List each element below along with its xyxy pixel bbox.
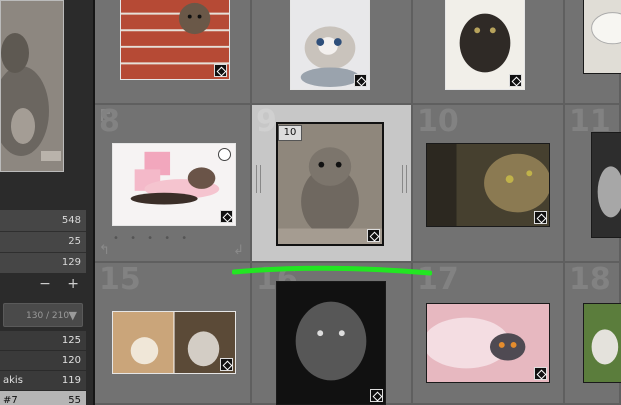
develop-badge-icon[interactable] bbox=[509, 74, 522, 87]
photo-thumbnail[interactable] bbox=[583, 0, 621, 74]
cell-index: 8 bbox=[99, 104, 120, 139]
develop-badge-icon[interactable] bbox=[534, 367, 547, 380]
photo-thumbnail[interactable] bbox=[445, 0, 525, 90]
resize-handle-left[interactable] bbox=[256, 165, 261, 193]
photo-grid: 8 • • • • • ↰ ↲ 9 10 10 11 15 16 17 18 bbox=[95, 0, 621, 405]
photo-thumbnail[interactable] bbox=[583, 303, 621, 383]
grid-cell[interactable] bbox=[95, 0, 252, 105]
folder-item-selected[interactable]: #7 55 bbox=[0, 391, 86, 405]
photo-thumbnail[interactable] bbox=[591, 132, 621, 238]
photo-thumbnail[interactable] bbox=[120, 0, 230, 80]
folder-count: 120 bbox=[61, 355, 81, 366]
stat-row[interactable]: 25 bbox=[0, 231, 86, 252]
develop-badge-icon[interactable] bbox=[534, 211, 547, 224]
left-panel: 548 25 129 − + 130 / 210 GB ▼ 125 120 ak… bbox=[0, 0, 95, 405]
folder-count: 119 bbox=[61, 375, 81, 386]
annotation-stroke bbox=[232, 265, 432, 276]
cell-index: 10 bbox=[417, 104, 459, 139]
photo-thumbnail[interactable] bbox=[290, 0, 370, 90]
rotate-right-icon[interactable]: ↲ bbox=[233, 243, 244, 258]
selection-circle-icon[interactable] bbox=[218, 148, 231, 161]
grid-cell[interactable]: 15 bbox=[95, 263, 252, 405]
folder-item[interactable]: akis 119 bbox=[0, 371, 86, 390]
folder-item[interactable]: 120 bbox=[0, 351, 86, 370]
triangle-down-icon[interactable]: ▼ bbox=[69, 304, 77, 328]
develop-badge-icon[interactable] bbox=[367, 229, 380, 242]
photo-thumbnail[interactable] bbox=[426, 143, 550, 227]
grid-cell[interactable]: 11 bbox=[565, 105, 621, 263]
photo-thumbnail[interactable] bbox=[112, 143, 236, 226]
folder-count: 125 bbox=[61, 335, 81, 346]
develop-badge-icon[interactable] bbox=[214, 64, 227, 77]
folder-item[interactable]: 125 bbox=[0, 331, 86, 350]
resize-handle-right[interactable] bbox=[402, 165, 407, 193]
grid-cell[interactable]: 10 bbox=[413, 105, 565, 263]
photo-thumbnail[interactable] bbox=[276, 281, 386, 405]
folder-name: akis bbox=[3, 375, 23, 386]
stat-row[interactable]: 548 bbox=[0, 210, 86, 231]
cell-index: 9 bbox=[256, 104, 277, 139]
panel-add-remove-controls[interactable]: − + bbox=[39, 276, 85, 292]
develop-badge-icon[interactable] bbox=[220, 210, 233, 223]
develop-badge-icon[interactable] bbox=[220, 358, 233, 371]
stat-row[interactable]: 129 bbox=[0, 252, 86, 273]
rotate-left-icon[interactable]: ↰ bbox=[99, 243, 110, 258]
photo-thumbnail[interactable] bbox=[426, 303, 550, 383]
photo-thumbnail[interactable] bbox=[112, 311, 236, 374]
folder-name: #7 bbox=[3, 395, 18, 405]
grid-cell[interactable] bbox=[565, 0, 621, 105]
grid-cell[interactable]: 8 • • • • • ↰ ↲ bbox=[95, 105, 252, 263]
navigator-preview[interactable] bbox=[0, 0, 64, 172]
folder-count: 55 bbox=[68, 395, 81, 405]
develop-badge-icon[interactable] bbox=[354, 74, 367, 87]
image-number-label: 10 bbox=[278, 125, 302, 141]
grid-cell[interactable] bbox=[413, 0, 565, 105]
develop-badge-icon[interactable] bbox=[370, 389, 383, 402]
grid-cell[interactable]: 16 bbox=[252, 263, 413, 405]
cell-index: 15 bbox=[99, 262, 141, 297]
storage-volume-bar[interactable]: 130 / 210 GB ▼ bbox=[3, 303, 83, 345]
cell-index: 18 bbox=[569, 262, 611, 297]
rating-dots[interactable]: • • • • • bbox=[113, 233, 191, 244]
grid-cell-selected[interactable]: 9 10 bbox=[252, 105, 413, 263]
grid-cell[interactable]: 18 bbox=[565, 263, 621, 405]
grid-cell[interactable]: 17 bbox=[413, 263, 565, 405]
grid-cell[interactable] bbox=[252, 0, 413, 105]
